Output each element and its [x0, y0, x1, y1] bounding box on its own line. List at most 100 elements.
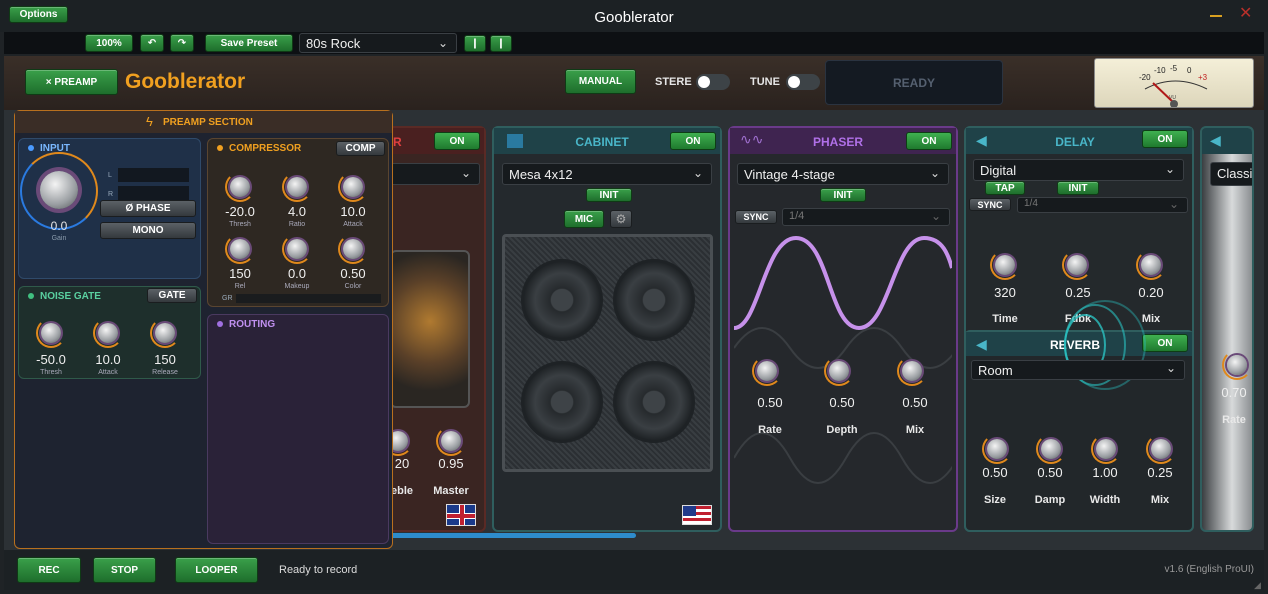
- comp-rel-knob[interactable]: [225, 234, 255, 264]
- phaser-rate-knob[interactable]: [752, 356, 782, 386]
- vu-meter: -20 -10 -5 0 +3 VU: [1094, 58, 1254, 108]
- reverb-size-knob[interactable]: [982, 434, 1012, 464]
- stereo-toggle[interactable]: [696, 74, 730, 90]
- next-preset-button[interactable]: ❙: [490, 35, 512, 52]
- phaser-depth-knob[interactable]: [824, 356, 854, 386]
- comp-button[interactable]: COMP: [336, 141, 385, 156]
- amp-knob-value: 0.95: [438, 456, 464, 471]
- looper-button[interactable]: LOOPER: [175, 557, 258, 583]
- delay-knob-value: 0.25: [1065, 285, 1091, 300]
- speaker-icon: ◀: [976, 336, 987, 352]
- rec-button[interactable]: REC: [17, 557, 81, 583]
- cabinet-model-select[interactable]: Mesa 4x12 ⌄: [502, 163, 712, 185]
- comp-knob-label: Ratio: [288, 221, 306, 228]
- phaser-model-select[interactable]: Vintage 4-stage ⌄: [737, 163, 949, 185]
- cabinet-on-button[interactable]: ON: [670, 132, 716, 150]
- status-dot: [217, 321, 223, 328]
- phaser-sync-button[interactable]: SYNC: [735, 210, 777, 224]
- delay-init-button[interactable]: INIT: [1057, 181, 1099, 195]
- noise-gate-title: NOISE GATE: [28, 291, 101, 302]
- delay-mix-knob[interactable]: [1136, 250, 1166, 280]
- gate-thresh-knob[interactable]: [36, 318, 66, 348]
- phaser-init-button[interactable]: INIT: [820, 188, 866, 202]
- undo-icon[interactable]: ↶: [140, 34, 164, 52]
- phaser-knob-value: 0.50: [757, 395, 783, 410]
- next-model-select[interactable]: Classi: [1210, 162, 1252, 186]
- gate-knob-value: -50.0: [36, 352, 66, 367]
- rack-scrollbar[interactable]: [390, 533, 636, 538]
- phaser-knob-label: Rate: [758, 424, 782, 436]
- next-knob-label: Rate: [1222, 414, 1246, 426]
- comp-knob-value: 0.0: [287, 266, 307, 281]
- mono-button[interactable]: MONO: [100, 222, 196, 239]
- reverb-width-knob[interactable]: [1091, 434, 1121, 464]
- stop-button[interactable]: STOP: [93, 557, 156, 583]
- tune-toggle[interactable]: [786, 74, 820, 90]
- amp-title-fragment: R: [393, 135, 402, 149]
- window-title: Gooblerator: [594, 9, 674, 26]
- gate-knob-label: Release: [152, 369, 178, 376]
- comp-knob-value: 4.0: [287, 204, 307, 219]
- gate-release-knob[interactable]: [150, 318, 180, 348]
- close-icon[interactable]: ✕: [1239, 6, 1252, 22]
- delay-model-select[interactable]: Digital ⌄: [973, 159, 1184, 181]
- comp-ratio-knob[interactable]: [282, 172, 312, 202]
- phase-button[interactable]: Ø PHASE: [100, 200, 196, 217]
- resize-grip-icon[interactable]: ◢: [1254, 580, 1261, 591]
- options-button[interactable]: Options: [9, 6, 68, 23]
- redo-icon[interactable]: ↷: [170, 34, 194, 52]
- next-knob-value: 0.70: [1221, 385, 1247, 400]
- reverb-mix-knob[interactable]: [1146, 434, 1176, 464]
- comp-knob-label: Rel: [234, 283, 246, 290]
- gear-icon[interactable]: ⚙: [610, 210, 632, 228]
- comp-knob-label: Thresh: [229, 221, 251, 228]
- next-rate-knob[interactable]: [1222, 350, 1252, 380]
- phaser-icon: ∿∿: [740, 131, 764, 147]
- amp-model-select[interactable]: ⌄: [390, 163, 480, 185]
- app-name: Gooblerator: [125, 70, 246, 93]
- cabinet-mic-button[interactable]: MIC: [564, 210, 604, 228]
- gain-knob[interactable]: [40, 171, 78, 209]
- amp-master-knob[interactable]: [436, 426, 466, 456]
- routing-title: ROUTING: [217, 319, 275, 330]
- reverb-model-select[interactable]: Room ⌄: [971, 360, 1185, 380]
- comp-thresh-knob[interactable]: [225, 172, 255, 202]
- preamp-toggle-button[interactable]: × PREAMP: [25, 69, 118, 95]
- amp-on-button[interactable]: ON: [434, 132, 480, 150]
- delay-sync-button[interactable]: SYNC: [969, 198, 1011, 211]
- delay-fdbk-knob[interactable]: [1062, 250, 1092, 280]
- chevron-down-icon: ⌄: [1165, 361, 1176, 375]
- comp-color-knob[interactable]: [338, 234, 368, 264]
- reverb-damp-knob[interactable]: [1036, 434, 1066, 464]
- cabinet-init-button[interactable]: INIT: [586, 188, 632, 202]
- phaser-on-button[interactable]: ON: [906, 132, 952, 150]
- save-preset-button[interactable]: Save Preset: [205, 34, 293, 52]
- stereo-label: STERE: [655, 76, 692, 88]
- comp-knob-label: Color: [344, 283, 362, 290]
- chevron-down-icon: ⌄: [1168, 197, 1179, 211]
- speaker-cabinet: [502, 234, 713, 472]
- comp-attack-knob[interactable]: [338, 172, 368, 202]
- phaser-mix-knob[interactable]: [897, 356, 927, 386]
- delay-tap-button[interactable]: TAP: [985, 181, 1025, 195]
- comp-makeup-knob[interactable]: [282, 234, 312, 264]
- comp-knob-value: 150: [229, 266, 251, 281]
- reverb-knob-label: Size: [983, 494, 1006, 506]
- minimize-icon[interactable]: [1210, 15, 1222, 17]
- prev-preset-button[interactable]: ❙: [464, 35, 486, 52]
- preset-select[interactable]: 80s Rock ⌄: [299, 33, 457, 53]
- phaser-knob-value: 0.50: [902, 395, 928, 410]
- phaser-knob-label: Mix: [905, 424, 925, 436]
- manual-button[interactable]: MANUAL: [565, 69, 636, 94]
- phaser-sync-select[interactable]: 1/4 ⌄: [782, 208, 950, 226]
- gate-knob-value: 10.0: [95, 352, 121, 367]
- delay-on-button[interactable]: ON: [1142, 130, 1188, 148]
- delay-sync-select[interactable]: 1/4 ⌄: [1017, 197, 1188, 213]
- zoom-button[interactable]: 100%: [85, 34, 133, 52]
- meter-needle: [1144, 80, 1208, 107]
- gain-label: Gain: [51, 235, 67, 242]
- comp-knob-value: 10.0: [340, 204, 366, 219]
- gate-button[interactable]: GATE: [147, 288, 197, 303]
- gate-attack-knob[interactable]: [93, 318, 123, 348]
- delay-time-knob[interactable]: [990, 250, 1020, 280]
